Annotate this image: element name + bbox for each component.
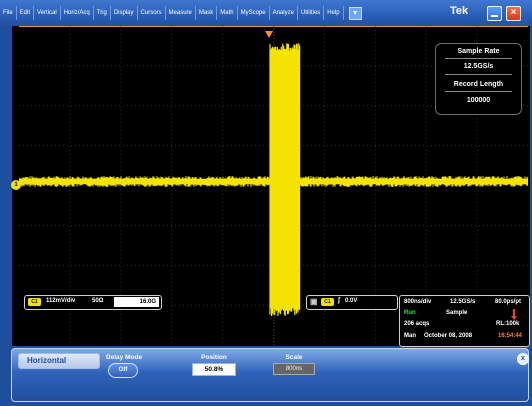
chevron-down-icon: ▼ (351, 9, 359, 17)
close-button[interactable]: × (506, 6, 521, 21)
record-length-label: Record Length (453, 81, 504, 88)
menu-measure[interactable]: Measure (166, 6, 196, 20)
menu-mask[interactable]: Mask (196, 6, 218, 20)
acquisition-mode: Sample (446, 310, 468, 316)
delay-mode-toggle[interactable]: Off (108, 363, 138, 378)
menu-horiz-acq[interactable]: Horiz/Acq (61, 6, 94, 20)
trigger-mode: Man (404, 333, 416, 339)
menu-edit[interactable]: Edit (17, 6, 35, 20)
menu-analyze[interactable]: Analyze (270, 6, 298, 20)
record-length-status: RL:100k (496, 321, 520, 327)
sample-rate-label: Sample Rate (457, 48, 500, 55)
menu-dropdown-button[interactable]: ▼ (348, 6, 362, 20)
brand-logo: Tek (450, 5, 469, 17)
rising-edge-icon: ∫ (338, 297, 340, 304)
status-time: 16:54:44 (498, 333, 523, 339)
divider (445, 74, 512, 75)
trigger-position-marker (265, 31, 273, 38)
scale-label: Scale (285, 354, 303, 361)
panel-title: Horizontal (27, 356, 67, 365)
volts-per-div: 112mV/div (46, 298, 76, 304)
panel-title-tab: Horizontal (18, 353, 100, 369)
trigger-mode-icon: ▣ (310, 297, 318, 306)
menu-items: File Edit Vertical Horiz/Acq Trig Displa… (0, 0, 362, 26)
status-sample-rate: 12.5GS/s (450, 299, 476, 305)
menu-display[interactable]: Display (111, 6, 138, 20)
divider (445, 91, 512, 92)
scale-input[interactable]: 800ns (273, 363, 315, 375)
menu-file[interactable]: File (0, 6, 17, 20)
menu-cursors[interactable]: Cursors (138, 6, 166, 20)
sample-rate-value: 12.5GS/s (463, 63, 494, 70)
minimize-button[interactable] (487, 6, 502, 21)
trigger-status-arrow-icon (511, 309, 517, 320)
trigger-source-badge: C1 (321, 298, 334, 306)
sample-rate-panel: Sample Rate 12.5GS/s Record Length 10000… (435, 43, 522, 115)
time-per-div: 800ns/div (404, 299, 432, 305)
acquisition-status-panel[interactable]: 800ns/div 12.5GS/s 80.0ps/pt Run Sample … (399, 295, 530, 347)
menu-myscope[interactable]: MyScope (238, 6, 270, 20)
channel1-badge: C1 (28, 298, 41, 306)
bandwidth-value: 16.0G (114, 297, 159, 307)
time-per-point: 80.0ps/pt (495, 299, 522, 305)
close-icon: × (510, 7, 517, 18)
status-date: October 08, 2008 (424, 333, 473, 339)
record-length-value: 100000 (466, 97, 491, 104)
trigger-level: 0.0V (345, 298, 358, 304)
menu-vertical[interactable]: Vertical (34, 6, 61, 20)
run-state: Run (404, 310, 416, 316)
menu-trig[interactable]: Trig (94, 6, 111, 20)
position-input[interactable]: 50.8% (192, 363, 236, 376)
menu-math[interactable]: Math (217, 6, 238, 20)
divider (445, 58, 512, 59)
trigger-readout[interactable]: ▣ C1 ∫ 0.0V (306, 295, 398, 310)
acquisition-count: 206 acqs (404, 321, 430, 327)
channel1-ground-marker[interactable]: 1 (11, 180, 21, 190)
delay-mode-label: Delay Mode (105, 354, 143, 361)
channel1-readout[interactable]: C1 112mV/div 50Ω 16.0G (24, 295, 162, 310)
input-impedance: 50Ω (92, 298, 104, 304)
position-label: Position (201, 354, 227, 361)
menu-bar: File Edit Vertical Horiz/Acq Trig Displa… (0, 0, 532, 26)
menu-utilities[interactable]: Utilities (298, 6, 325, 20)
panel-close-button[interactable]: x (517, 353, 529, 365)
menu-help[interactable]: Help (324, 6, 344, 20)
waveform-burst (269, 43, 301, 316)
horizontal-control-panel: Horizontal Delay Mode Off Position 50.8%… (11, 348, 529, 402)
